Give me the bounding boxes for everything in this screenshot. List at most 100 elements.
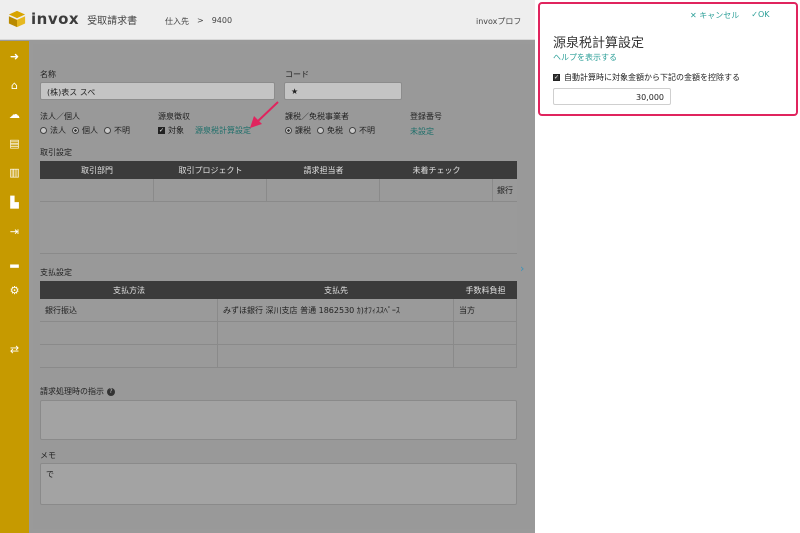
document-list-icon[interactable]: ▥ bbox=[8, 166, 21, 179]
table-cell bbox=[380, 179, 493, 201]
table-cell bbox=[40, 345, 218, 367]
entity-option-unknown: 不明 bbox=[114, 126, 130, 135]
breadcrumb: 仕入先 > 9400 bbox=[165, 16, 232, 27]
close-icon: ✕ bbox=[690, 11, 697, 20]
trade-header-department: 取引部門 bbox=[81, 165, 113, 175]
instructions-label: 請求処理時の指示 bbox=[40, 387, 104, 396]
tax-option-exempt: 免税 bbox=[327, 126, 343, 135]
table-row[interactable] bbox=[40, 202, 517, 254]
tax-label: 課税／免税事業者 bbox=[285, 112, 349, 121]
withholding-checkbox[interactable]: ✓ bbox=[158, 127, 165, 134]
tax-radio-exempt[interactable] bbox=[317, 127, 324, 134]
withholding-check-label: 対象 bbox=[168, 126, 184, 135]
ok-button[interactable]: ✓OK bbox=[751, 10, 769, 21]
payment-header-method: 支払方法 bbox=[113, 285, 145, 295]
table-cell bbox=[154, 179, 267, 201]
name-label: 名称 bbox=[40, 70, 56, 79]
table-cell bbox=[40, 202, 517, 253]
chevron-right-icon[interactable]: › bbox=[520, 262, 524, 275]
transfer-icon[interactable]: ⇄ bbox=[8, 343, 21, 356]
document-icon[interactable]: ▤ bbox=[8, 137, 21, 150]
tax-radio-unknown[interactable] bbox=[349, 127, 356, 134]
table-cell bbox=[454, 345, 517, 367]
payment-settings-table: 支払方法 支払先 手数料負担 銀行振込 みずほ銀行 深川支店 普通 186253… bbox=[40, 281, 517, 368]
table-cell: 銀行振込 bbox=[40, 299, 218, 321]
deduction-amount-input[interactable]: 30,000 bbox=[553, 88, 671, 105]
question-icon[interactable]: ? bbox=[107, 387, 115, 396]
table-cell: 銀行 bbox=[497, 186, 513, 195]
home-icon[interactable]: ⌂ bbox=[8, 79, 21, 92]
annotation-arrow bbox=[250, 101, 279, 128]
memo-textarea[interactable]: で bbox=[40, 463, 517, 505]
table-cell bbox=[454, 322, 517, 344]
code-input[interactable]: ★ bbox=[284, 82, 402, 100]
withholding-row: ✓ 対象 源泉税計算設定 bbox=[158, 125, 251, 136]
trade-header-missing-check: 未着チェック bbox=[412, 165, 461, 175]
registration-value-link[interactable]: 未設定 bbox=[410, 126, 434, 137]
instructions-label-row: 請求処理時の指示 ? bbox=[40, 386, 115, 397]
chart-icon[interactable]: ▂ bbox=[8, 255, 21, 268]
gear-icon[interactable]: ⚙ bbox=[8, 284, 21, 297]
table-cell bbox=[40, 322, 218, 344]
registration-label: 登録番号 bbox=[410, 112, 442, 121]
table-cell bbox=[40, 179, 154, 201]
table-row[interactable]: 銀行振込 みずほ銀行 深川支店 普通 1862530 ｶ)ｵﾌｨｽｽﾍﾟｰｽ 当… bbox=[40, 299, 517, 322]
sidebar: ➜ ⌂ ☁ ▤ ▥ ▙ ⇥ ▂ ⚙ ⇄ bbox=[0, 41, 29, 533]
breadcrumb-code: 9400 bbox=[211, 16, 233, 25]
table-cell bbox=[267, 179, 380, 201]
auto-deduct-checkbox[interactable]: ✓ bbox=[553, 74, 560, 81]
building-icon[interactable]: ▙ bbox=[8, 196, 21, 209]
tax-radio-taxable[interactable] bbox=[285, 127, 292, 134]
payment-table-header: 支払方法 支払先 手数料負担 bbox=[40, 281, 517, 299]
withholding-label: 源泉徴収 bbox=[158, 112, 190, 121]
upload-icon[interactable]: ☁ bbox=[8, 108, 21, 121]
table-row[interactable]: 銀行 bbox=[40, 179, 517, 202]
entity-radio-corp[interactable] bbox=[40, 127, 47, 134]
entity-radio-unknown[interactable] bbox=[104, 127, 111, 134]
code-label: コード bbox=[285, 70, 309, 79]
table-row[interactable] bbox=[40, 322, 517, 345]
cancel-button[interactable]: ✕ キャンセル bbox=[690, 10, 739, 21]
breadcrumb-separator: > bbox=[197, 16, 204, 25]
app-logo[interactable]: invox 受取請求書 bbox=[8, 10, 137, 28]
table-cell bbox=[218, 322, 454, 344]
check-icon: ✓ bbox=[751, 10, 758, 19]
payment-header-fee: 手数料負担 bbox=[465, 285, 506, 295]
auto-deduct-row: ✓ 自動計算時に対象金額から下記の金額を控除する bbox=[553, 72, 740, 83]
trade-settings-title: 取引設定 bbox=[40, 148, 72, 157]
ok-label: OK bbox=[757, 10, 770, 19]
breadcrumb-section[interactable]: 仕入先 bbox=[165, 16, 189, 27]
table-row[interactable] bbox=[40, 345, 517, 368]
table-cell: みずほ銀行 深川支店 普通 1862530 ｶ)ｵﾌｨｽｽﾍﾟｰｽ bbox=[218, 299, 454, 321]
profile-menu[interactable]: invoxプロフ bbox=[476, 16, 521, 27]
cancel-label: キャンセル bbox=[699, 11, 740, 20]
export-icon[interactable]: ⇥ bbox=[8, 225, 21, 238]
trade-settings-table: 取引部門 取引プロジェクト 請求担当者 未着チェック 銀行 bbox=[40, 161, 517, 254]
payment-settings-title: 支払設定 bbox=[40, 268, 72, 277]
name-input[interactable]: (株)表ス スペ bbox=[40, 82, 275, 100]
auto-deduct-label: 自動計算時に対象金額から下記の金額を控除する bbox=[564, 73, 740, 82]
tax-option-unknown: 不明 bbox=[359, 126, 375, 135]
app-header: invox 受取請求書 仕入先 > 9400 invoxプロフ bbox=[0, 0, 535, 40]
entity-radio-individual[interactable] bbox=[72, 127, 79, 134]
entity-option-individual: 個人 bbox=[82, 126, 98, 135]
entity-label: 法人／個人 bbox=[40, 112, 80, 121]
table-cell: 当方 bbox=[454, 299, 517, 321]
instructions-textarea[interactable] bbox=[40, 400, 517, 440]
tax-radio-group: 課税 免税 不明 bbox=[285, 125, 375, 136]
trade-table-header: 取引部門 取引プロジェクト 請求担当者 未着チェック bbox=[40, 161, 517, 179]
withholding-settings-link[interactable]: 源泉税計算設定 bbox=[195, 125, 251, 136]
trade-header-project: 取引プロジェクト bbox=[178, 165, 243, 175]
table-cell bbox=[218, 345, 454, 367]
entity-option-corp: 法人 bbox=[50, 126, 66, 135]
panel-actions: ✕ キャンセル ✓OK bbox=[690, 10, 770, 21]
payment-header-payee: 支払先 bbox=[324, 285, 348, 295]
trade-header-assignee: 請求担当者 bbox=[303, 165, 344, 175]
logo-subtitle: 受取請求書 bbox=[87, 15, 138, 27]
arrow-circle-icon[interactable]: ➜ bbox=[8, 50, 21, 63]
panel-title: 源泉税計算設定 bbox=[553, 36, 645, 51]
tax-option-taxable: 課税 bbox=[295, 126, 311, 135]
entity-radio-group: 法人 個人 不明 bbox=[40, 125, 130, 136]
logo-icon bbox=[8, 10, 26, 28]
help-link[interactable]: ヘルプを表示する bbox=[553, 52, 617, 63]
